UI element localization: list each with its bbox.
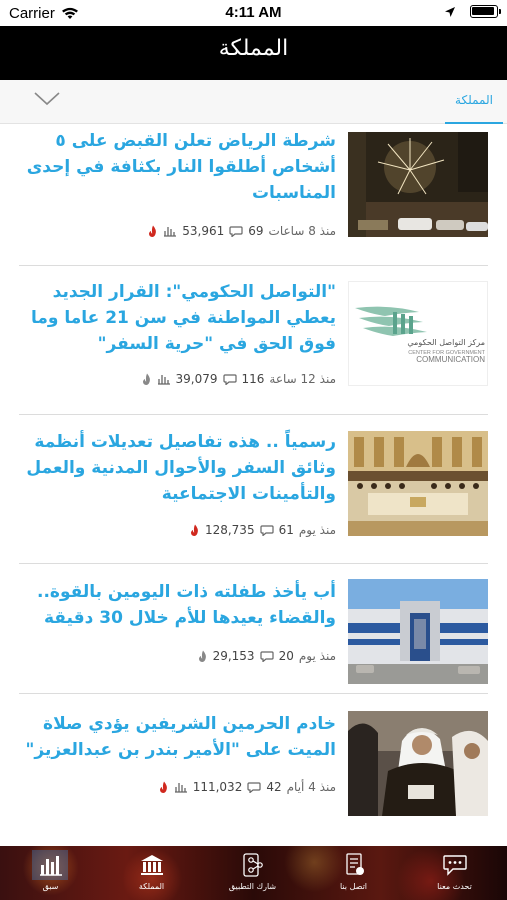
article-card[interactable]: مركز التواصل الحكومي CENTER FOR GOVERNME… [19, 266, 488, 415]
tab-kingdom-bottom-label: المملكة [138, 882, 165, 891]
article-headline[interactable]: خادم الحرمين الشريفين يؤدي صلاة الميت عل… [20, 711, 336, 763]
contact-document-icon [346, 853, 364, 875]
article-thumbnail[interactable] [348, 711, 488, 816]
article-headline[interactable]: رسمياً .. هذه تفاصيل تعديلات أنظمة وثائق… [20, 429, 336, 507]
status-bar: Carrier 4:11 AM [0, 0, 507, 26]
article-time: منذ 8 ساعات [268, 224, 336, 238]
comment-icon [259, 524, 274, 536]
article-card[interactable]: خادم الحرمين الشريفين يؤدي صلاة الميت عل… [19, 694, 488, 843]
court-building-image [348, 579, 488, 684]
bar-chart-icon [40, 856, 62, 876]
article-time: منذ 4 أيام [286, 780, 336, 794]
bar-chart-icon [157, 375, 170, 385]
comment-icon [259, 650, 274, 662]
tab-contact-us[interactable]: اتصل بنا [303, 846, 404, 900]
king-funeral-prayer-image [348, 711, 488, 816]
article-views-count: 29,153 [212, 649, 255, 663]
article-card[interactable]: رسمياً .. هذه تفاصيل تعديلات أنظمة وثائق… [19, 415, 488, 564]
tab-sabq-label: سبق [42, 882, 59, 891]
chevron-down-icon[interactable] [34, 91, 60, 107]
article-views-count: 39,079 [175, 372, 218, 386]
tab-sabq[interactable]: سبق [0, 846, 101, 900]
tab-contact-us-label: اتصل بنا [339, 882, 368, 891]
bank-building-icon [141, 855, 163, 875]
tab-kingdom[interactable]: المملكة [445, 80, 503, 124]
tab-chat-with-us-label: تحدث معنا [437, 882, 472, 891]
news-feed[interactable]: شرطة الرياض تعلن القبض على ٥ أشخاص أطلقو… [0, 124, 507, 843]
article-time: منذ يوم [298, 523, 336, 537]
nav-bar: المملكة [0, 26, 507, 80]
article-thumbnail[interactable] [348, 132, 488, 237]
article-views-count: 111,032 [192, 780, 243, 794]
article-meta: منذ يوم 20 29,153 [198, 649, 336, 663]
article-time: منذ 12 ساعة [269, 372, 336, 386]
article-thumbnail[interactable] [348, 579, 488, 684]
tab-share-app-label: شارك التطبيق [228, 882, 277, 891]
bar-chart-icon [174, 783, 187, 793]
tab-kingdom-label: المملكة [455, 93, 493, 107]
location-arrow-icon [445, 6, 455, 17]
tab-share-app[interactable]: شارك التطبيق [202, 846, 303, 900]
hot-flame-icon [149, 225, 157, 237]
logo-text-ar: مركز التواصل الحكومي [407, 338, 485, 347]
article-comments-count: 61 [278, 523, 294, 537]
share-nodes-icon [243, 853, 263, 877]
article-card[interactable]: أب يأخذ طفلته ذات اليومين بالقوة.. والقض… [19, 564, 488, 694]
article-headline[interactable]: "التواصل الحكومي": القرار الجديد يعطي ال… [20, 279, 336, 357]
battery-icon [470, 5, 501, 18]
category-tab-strip: المملكة [0, 80, 507, 124]
logo-text-en-line2: COMMUNICATION [416, 355, 485, 364]
tab-chat-with-us[interactable]: تحدث معنا [404, 846, 505, 900]
center-for-government-communication-logo: مركز التواصل الحكومي CENTER FOR GOVERNME… [349, 282, 487, 385]
comment-icon [247, 781, 261, 793]
article-card[interactable]: شرطة الرياض تعلن القبض على ٥ أشخاص أطلقو… [19, 124, 488, 266]
chat-bubble-icon [443, 855, 467, 876]
page-title: المملكة [218, 36, 289, 61]
article-comments-count: 69 [248, 224, 264, 238]
clock: 4:11 AM [225, 4, 282, 21]
article-thumbnail[interactable]: مركز التواصل الحكومي CENTER FOR GOVERNME… [348, 281, 488, 386]
article-meta: منذ 12 ساعة 116 39,079 [142, 372, 336, 386]
tab-kingdom-bottom[interactable]: المملكة [101, 846, 202, 900]
article-headline[interactable]: أب يأخذ طفلته ذات اليومين بالقوة.. والقض… [20, 579, 336, 631]
article-views-count: 53,961 [182, 224, 225, 238]
article-thumbnail[interactable] [348, 431, 488, 536]
night-celebration-fireworks-image [348, 132, 488, 237]
hot-flame-icon [142, 373, 150, 385]
comment-icon [222, 373, 237, 385]
article-time: منذ يوم [298, 649, 336, 663]
status-right [444, 5, 501, 18]
article-meta: منذ 4 أيام 42 111,032 [159, 780, 336, 794]
article-comments-count: 20 [278, 649, 294, 663]
article-comments-count: 42 [266, 780, 282, 794]
bar-chart-icon [164, 227, 177, 237]
article-headline[interactable]: شرطة الرياض تعلن القبض على ٥ أشخاص أطلقو… [20, 128, 336, 206]
article-meta: منذ 8 ساعات 69 53,961 [148, 224, 336, 238]
comment-icon [229, 225, 243, 237]
hot-flame-icon [190, 524, 198, 536]
article-views-count: 128,735 [204, 523, 255, 537]
hot-flame-icon [159, 781, 167, 793]
article-meta: منذ يوم 61 128,735 [190, 523, 336, 537]
bottom-tab-bar: سبق المملكة شارك التطبيق اتصل بنا تحدث م… [0, 846, 507, 900]
cabinet-meeting-hall-image [348, 431, 488, 536]
article-comments-count: 116 [241, 372, 265, 386]
hot-flame-icon [198, 650, 206, 662]
